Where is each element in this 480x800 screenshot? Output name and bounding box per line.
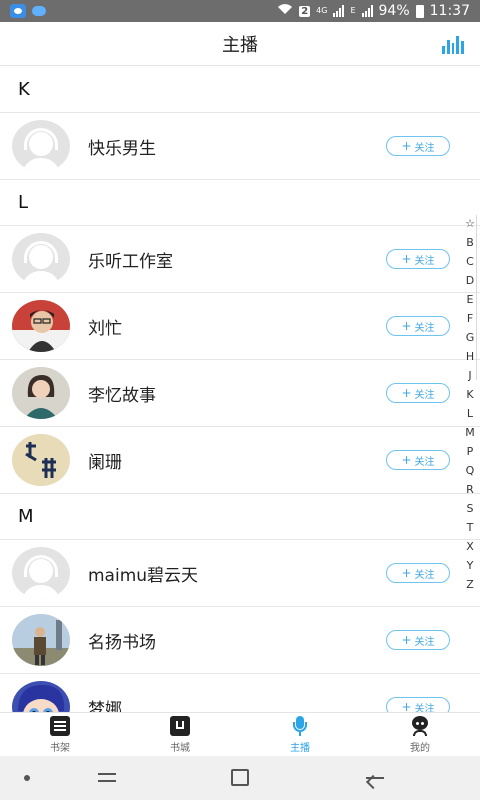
avatar xyxy=(12,681,70,712)
default-avatar-icon xyxy=(12,233,70,285)
avatar xyxy=(12,367,70,419)
anchor-name: 乐听工作室 xyxy=(88,251,173,272)
index-letter[interactable]: J xyxy=(468,366,471,385)
anchor-name: 阑珊 xyxy=(88,452,122,473)
app-header: 主播 xyxy=(0,22,480,66)
battery-icon xyxy=(415,4,424,18)
follow-button[interactable]: + 关注 xyxy=(386,249,450,269)
clock: 11:37 xyxy=(429,3,470,19)
list-item[interactable]: 名扬书场 + 关注 xyxy=(0,607,480,674)
index-letter[interactable]: E xyxy=(467,290,474,309)
plus-icon: + xyxy=(401,252,412,266)
network-type: 4G xyxy=(316,6,328,15)
recent-apps-icon[interactable] xyxy=(98,769,116,785)
avatar xyxy=(12,434,70,486)
avatar xyxy=(12,614,70,666)
list-item[interactable]: 阑珊 + 关注 xyxy=(0,427,480,494)
follow-button[interactable]: + 关注 xyxy=(386,630,450,650)
plus-icon: + xyxy=(401,453,412,467)
section-header-m: M xyxy=(0,494,480,540)
index-letter[interactable]: R xyxy=(466,480,474,499)
bottom-tab-bar: 书架 书城 主播 我的 xyxy=(0,712,480,756)
plus-icon: + xyxy=(401,633,412,647)
bar-chart-icon[interactable] xyxy=(442,34,464,54)
status-bar: 2 4G E 94% 11:37 xyxy=(0,0,480,22)
plus-icon: + xyxy=(401,139,412,153)
system-nav-bar xyxy=(0,756,480,800)
plus-icon: + xyxy=(401,319,412,333)
battery-percent: 94% xyxy=(378,3,410,19)
anchor-list[interactable]: K 快乐男生 + 关注 L 乐听工作室 + 关注 刘忙 + 关注 李忆故事 + … xyxy=(0,67,480,712)
index-letter[interactable]: T xyxy=(467,518,474,537)
follow-button[interactable]: + 关注 xyxy=(386,563,450,583)
list-item[interactable]: 快乐男生 + 关注 xyxy=(0,113,480,180)
index-letter[interactable]: ☆ xyxy=(465,214,475,233)
index-letter[interactable]: B xyxy=(466,233,474,252)
tab-label: 书城 xyxy=(170,742,190,754)
assistant-dot-icon[interactable] xyxy=(24,775,30,781)
section-header-k: K xyxy=(0,67,480,113)
tab-label: 书架 xyxy=(50,742,70,754)
index-letter[interactable]: Z xyxy=(466,575,474,594)
back-icon[interactable] xyxy=(364,769,384,790)
anchor-name: 名扬书场 xyxy=(88,632,156,653)
index-letter[interactable]: F xyxy=(467,309,473,328)
index-letter[interactable]: D xyxy=(466,271,474,290)
follow-button[interactable]: + 关注 xyxy=(386,316,450,336)
index-letter[interactable]: H xyxy=(466,347,474,366)
tab-bookstore[interactable]: 书城 xyxy=(120,713,240,756)
follow-button[interactable]: + 关注 xyxy=(386,136,450,156)
anchor-name: maimu碧云天 xyxy=(88,565,199,586)
index-letter[interactable]: X xyxy=(466,537,474,556)
index-letter[interactable]: C xyxy=(466,252,474,271)
list-item[interactable]: 刘忙 + 关注 xyxy=(0,293,480,360)
index-letter[interactable]: G xyxy=(466,328,475,347)
index-scroll-handle[interactable] xyxy=(476,215,480,380)
bookstore-icon xyxy=(170,715,190,736)
tab-label: 我的 xyxy=(410,742,430,754)
default-avatar-icon xyxy=(12,547,70,599)
default-avatar-icon xyxy=(12,120,70,172)
list-item[interactable]: maimu碧云天 + 关注 xyxy=(0,540,480,607)
plus-icon: + xyxy=(401,386,412,400)
anchor-name: 快乐男生 xyxy=(88,138,156,159)
tab-bookshelf[interactable]: 书架 xyxy=(0,713,120,756)
data-letter: E xyxy=(350,6,356,15)
list-item[interactable]: 梦娜 + 关注 xyxy=(0,674,480,712)
anchor-name: 刘忙 xyxy=(88,318,122,339)
tab-label: 主播 xyxy=(290,742,310,754)
tab-mine[interactable]: 我的 xyxy=(360,713,480,756)
alphabet-index[interactable]: ☆ B C D E F G H J K L M P Q R S T X Y Z xyxy=(464,214,476,594)
signal-icon-2 xyxy=(361,5,373,17)
tab-anchor[interactable]: 主播 xyxy=(240,713,360,756)
page-title: 主播 xyxy=(222,34,258,56)
home-icon[interactable] xyxy=(231,769,249,786)
follow-button[interactable]: + 关注 xyxy=(386,697,450,712)
index-letter[interactable]: P xyxy=(467,442,474,461)
follow-button[interactable]: + 关注 xyxy=(386,383,450,403)
index-letter[interactable]: L xyxy=(467,404,473,423)
index-letter[interactable]: Y xyxy=(467,556,474,575)
section-header-l: L xyxy=(0,180,480,226)
signal-icon xyxy=(333,5,345,17)
sim-badge: 2 xyxy=(299,5,311,17)
index-letter[interactable]: Q xyxy=(466,461,475,480)
cloud-icon xyxy=(32,6,46,16)
anchor-name: 李忆故事 xyxy=(88,385,156,406)
index-letter[interactable]: M xyxy=(465,423,475,442)
index-letter[interactable]: S xyxy=(467,499,474,518)
plus-icon: + xyxy=(401,700,412,712)
bookshelf-icon xyxy=(50,715,70,736)
wifi-icon xyxy=(277,3,293,19)
avatar xyxy=(12,300,70,352)
list-item[interactable]: 乐听工作室 + 关注 xyxy=(0,226,480,293)
anchor-name: 梦娜 xyxy=(88,699,122,713)
profile-icon xyxy=(410,715,430,736)
app-notification-icon xyxy=(10,4,26,18)
list-item[interactable]: 李忆故事 + 关注 xyxy=(0,360,480,427)
index-letter[interactable]: K xyxy=(466,385,473,404)
plus-icon: + xyxy=(401,566,412,580)
follow-button[interactable]: + 关注 xyxy=(386,450,450,470)
microphone-icon xyxy=(290,715,310,736)
